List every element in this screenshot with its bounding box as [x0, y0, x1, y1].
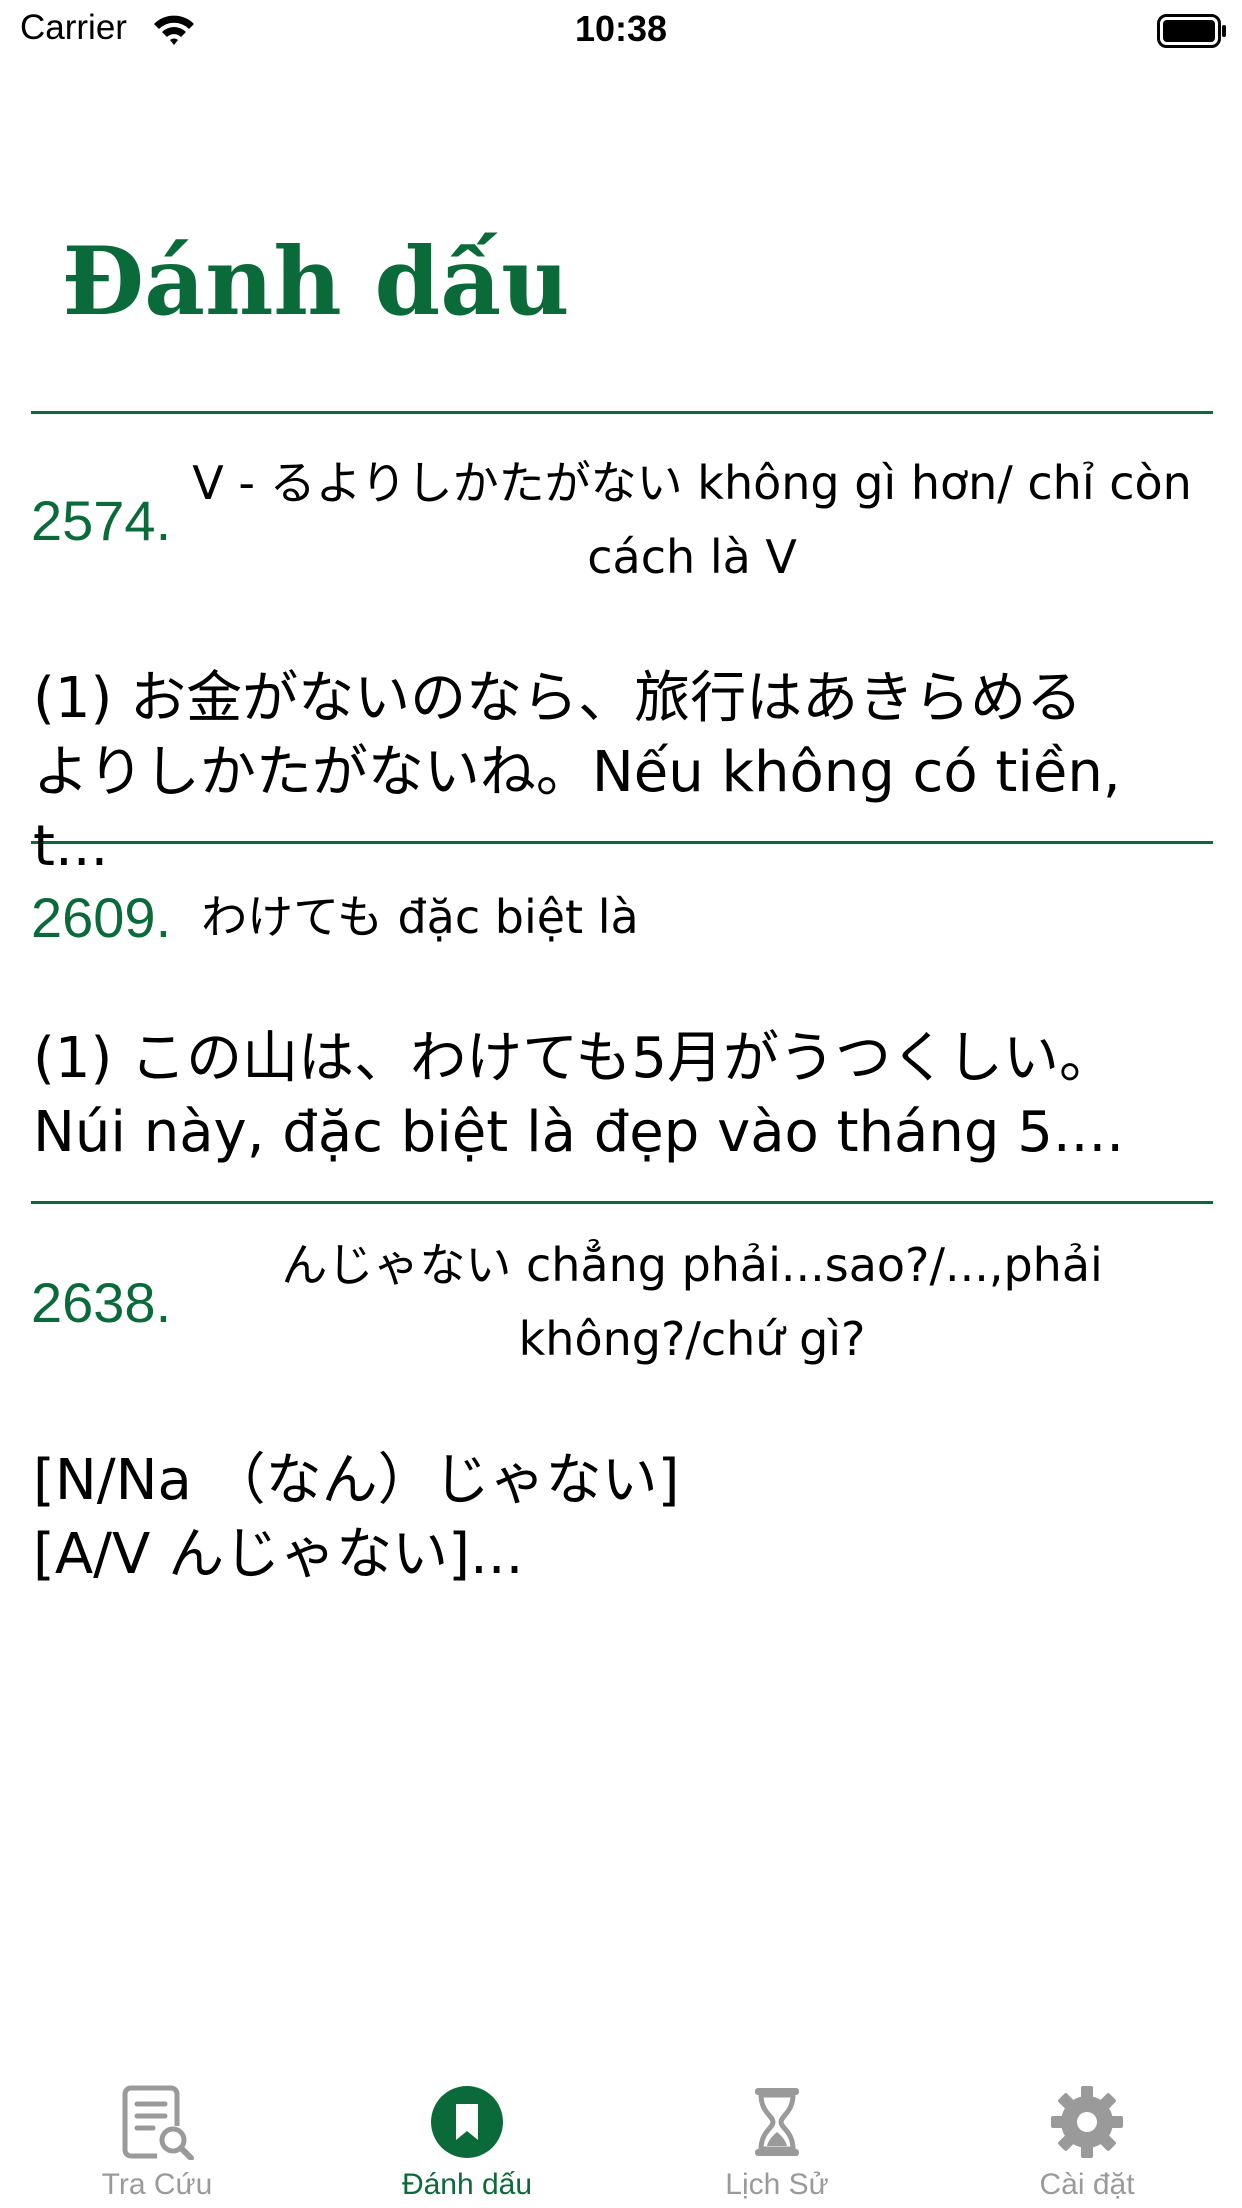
item-excerpt: [N/Na （なん）じゃない] [A/V んじゃない]... [33, 1448, 680, 1587]
tab-tra-cuu[interactable]: Tra Cứu [2, 2068, 312, 2208]
hourglass-icon [755, 2088, 799, 2156]
item-title: わけても đặc biệt là [201, 890, 639, 944]
tab-lich-su[interactable]: Lịch Sử [622, 2068, 932, 2208]
tab-label: Đánh dấu [401, 2168, 533, 2201]
document-search-icon [122, 2085, 194, 2160]
item-title: んじゃない chẳng phải...sao?/...,phải không?/… [281, 1238, 1103, 1366]
battery-icon [1157, 14, 1226, 48]
page-title: Đánh dấu [62, 227, 570, 337]
bookmark-list: 2574. V - るよりしかたがない không gì hơn/ chỉ cò… [31, 411, 1213, 1592]
tab-label: Cài đặt [1039, 2168, 1135, 2201]
tab-label: Tra Cứu [101, 2168, 213, 2201]
tab-bar: Tra Cứu Đánh dấu Lịch Sử Cài đặt [0, 2068, 1242, 2208]
tab-danh-dau[interactable]: Đánh dấu [312, 2068, 622, 2208]
gear-icon [1051, 2086, 1123, 2158]
bookmark-item[interactable]: 2574. V - るよりしかたがない không gì hơn/ chỉ cò… [31, 414, 1213, 879]
bookmark-item[interactable]: 2638. んじゃない chẳng phải...sao?/...,phải k… [31, 1204, 1213, 1592]
item-number: 2638. [31, 1270, 172, 1334]
tab-label: Lịch Sử [725, 2168, 829, 2201]
item-title: V - るよりしかたがない không gì hơn/ chỉ còn cách… [192, 456, 1192, 584]
item-number: 2609. [31, 885, 172, 949]
bookmark-item[interactable]: 2609. わけても đặc biệt là (1) この山は、わけても5月がう… [31, 844, 1213, 1201]
bookmark-icon [431, 2086, 503, 2158]
status-bar: Carrier 10:38 [0, 0, 1242, 62]
clock: 10:38 [574, 8, 668, 49]
item-excerpt: (1) この山は、わけても5月がうつくしい。 Núi này, đặc biệt… [33, 1026, 1125, 1165]
item-number: 2574. [31, 488, 172, 552]
tab-cai-dat[interactable]: Cài đặt [932, 2068, 1242, 2208]
